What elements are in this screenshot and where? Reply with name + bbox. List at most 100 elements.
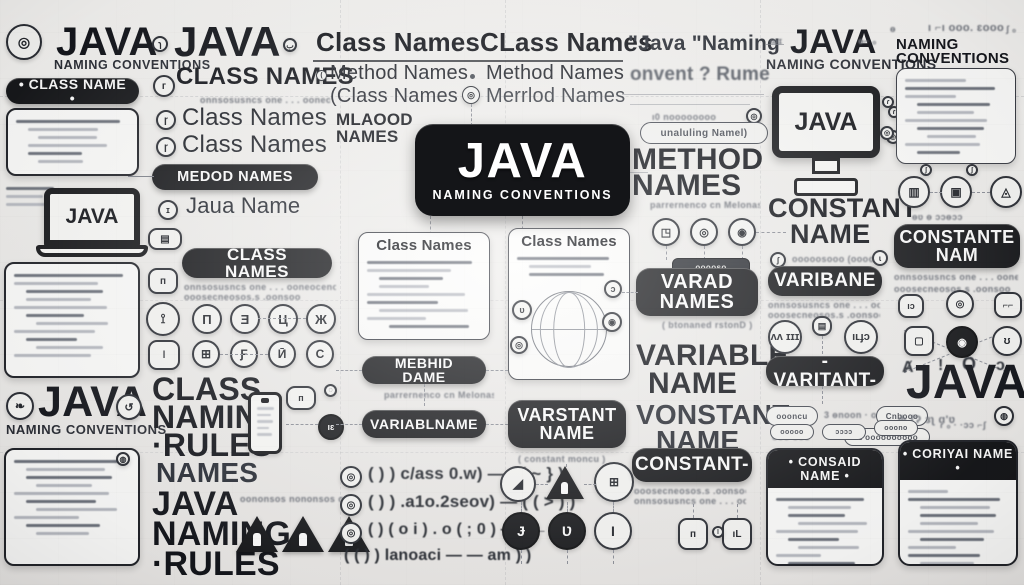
right-icon-3[interactable]: ◉ — [728, 218, 756, 246]
mlaood-names-text: MLAOOD NAMES — [336, 110, 413, 146]
cluster-box-icon[interactable]: ⊞ — [594, 462, 634, 502]
right-icon-2[interactable]: ◎ — [690, 218, 718, 246]
constante-nam-label: CONSTANTE NAM — [899, 226, 1015, 265]
hero-title: JAVA — [457, 134, 588, 189]
far-right-icon-2[interactable]: ▣ — [940, 176, 972, 208]
medod-names-pill[interactable]: MEDOD NAMES — [152, 164, 318, 190]
connector-line — [760, 0, 761, 585]
list-bullet-icon: ᴦ — [153, 75, 175, 97]
circle-glyph: ǀ — [717, 528, 719, 536]
cluster-dark-icon-1[interactable]: Ɉ — [502, 512, 540, 550]
far-right-icon-3[interactable]: ◬ — [990, 176, 1022, 208]
blur-note: ɵ — [890, 24, 896, 34]
quoted-java-naming-sub: onvent ? Rume — [630, 64, 770, 85]
icon-circle-a2[interactable]: Ǝ — [230, 304, 260, 334]
variant-chip-1-label: oooncu — [776, 411, 808, 421]
method-names-row2-left: (Class Names — [330, 85, 458, 107]
circle-glyph: ⊞ — [200, 347, 212, 361]
variant-chip-1[interactable]: oooncu — [766, 406, 818, 426]
circle-glyph: ◎ — [17, 33, 31, 50]
variable-name-pill-mid[interactable]: VARIABLNAME — [362, 410, 486, 438]
bottom-node-icon-1: ᴨ — [678, 518, 708, 550]
list-bullet-icon: ɼ — [156, 137, 176, 157]
method-name-pill-mid[interactable]: MEBHID DAME — [362, 356, 486, 384]
bottom-chip-2-label: ɔɔɔɔ — [835, 428, 853, 436]
bullet-icon: ◎ — [462, 86, 480, 104]
method-names-row1-right: Method Names — [486, 62, 625, 84]
network-node-4[interactable]: ▢ — [904, 326, 934, 356]
icon-circle-a3[interactable]: Ц — [268, 304, 298, 334]
circle-glyph: Ʋ — [561, 523, 573, 539]
cluster-dark-icon-2[interactable]: Ʋ — [548, 512, 586, 550]
card-side-icon: ɔ — [604, 280, 622, 298]
icon-circle-b3[interactable]: Ϲ — [306, 340, 334, 368]
class-names-pill-mid[interactable]: CLASS NAMES — [182, 246, 332, 280]
connector-line — [972, 192, 990, 193]
varitant-pill-label: -VARITANT- — [773, 350, 877, 391]
device-battery-icon — [248, 392, 282, 454]
hero-java-badge[interactable]: JAVA NAMING CONVENTIONS — [415, 124, 630, 216]
circle-glyph: ◍ — [1000, 410, 1008, 421]
card-line-group — [8, 110, 137, 172]
connector-line — [630, 104, 750, 105]
naming-name-chip[interactable]: unaluling Namel) — [640, 122, 768, 144]
network-node-3[interactable]: ⌐⌐ — [994, 292, 1022, 318]
varibane-pill[interactable]: VARIBANE — [768, 266, 882, 296]
icon-circle-b2[interactable]: Ӣ — [268, 340, 296, 368]
java-name-line: Jaua Name — [186, 193, 301, 218]
connector-line — [336, 370, 362, 371]
node-box-icon: ᴨ — [286, 386, 316, 410]
class-names-heading-right: CLass Names — [480, 27, 653, 57]
variant-side-icon-left[interactable]: ʌʌ ɪɪɪ — [768, 320, 802, 354]
circle-glyph: ıɛ — [327, 422, 335, 432]
connector-line — [128, 176, 154, 177]
circle-glyph: ◍ — [119, 454, 127, 464]
circle-glyph: ɔ — [610, 284, 616, 294]
bottom-chip-1[interactable]: ooooo — [770, 424, 814, 440]
cluster-triangle-light-icon[interactable]: ◢ — [500, 466, 536, 502]
connector-line — [766, 44, 784, 45]
varibane-pill-label: VARIBANE — [774, 270, 876, 292]
circle-glyph: ◎ — [750, 111, 758, 121]
far-right-side-icon: ɾ — [882, 96, 894, 108]
bottom-chip-3[interactable]: ooono — [874, 420, 918, 436]
network-node-1[interactable]: ıɔ — [898, 294, 924, 318]
right-icon-1[interactable]: ◳ — [652, 218, 680, 246]
bullet-icon: ب — [283, 38, 297, 52]
varad-names-pill[interactable]: VARAD NAMES — [636, 268, 758, 316]
circle-glyph: ↺ — [124, 401, 134, 414]
connector-line — [486, 370, 508, 371]
connector-line — [622, 292, 638, 293]
circle-glyph: ◎ — [699, 226, 709, 239]
icon-circle-a0[interactable]: ⟟ — [146, 302, 180, 336]
constante-nam-pill[interactable]: CONSTANTE NAM — [894, 224, 1020, 268]
bottom-chip-2[interactable]: ɔɔɔɔ — [822, 424, 866, 440]
node-dark-icon: ıɛ — [318, 414, 344, 440]
far-right-icon-1[interactable]: ▥ — [898, 176, 930, 208]
class-name-pill-top-left[interactable]: • CLASS NAME • — [6, 77, 139, 105]
java-naming-rules-line3: ·RULES — [152, 545, 280, 583]
network-node-2[interactable]: ◎ — [946, 290, 974, 318]
method-names-row1-left: Method Names — [330, 62, 469, 84]
bottom-chip-3-label: ooono — [884, 424, 908, 432]
icon-circle-a1[interactable]: Π — [192, 304, 222, 334]
blur-note: parrernenco cn Melonas — [650, 200, 760, 210]
blur-note: ı0 noooooooo — [652, 112, 717, 122]
laptop-device-left: JAVA — [36, 188, 148, 257]
varitant-pill[interactable]: -VARITANT- — [766, 351, 884, 390]
icon-circle-b0[interactable]: ⊞ — [192, 340, 220, 368]
laptop-screen-label: JAVA — [65, 205, 119, 228]
card-line-group — [359, 261, 489, 337]
circle-glyph: ʊ — [1003, 335, 1011, 347]
network-node-6[interactable]: ʊ — [992, 326, 1022, 356]
code-bullet-2: ◎ — [340, 522, 362, 544]
cluster-light-icon-3[interactable]: I — [594, 512, 632, 550]
varstant-name-pill[interactable]: VARSTANT NAME — [508, 400, 626, 448]
icon-circle-a4[interactable]: Ж — [306, 304, 336, 334]
document-card-top-left — [6, 108, 139, 176]
java-title-top-left: JAVA — [56, 20, 158, 64]
circle-glyph: ◎ — [955, 298, 965, 310]
constant-dash-pill[interactable]: CONSTANT- — [632, 448, 752, 482]
class-names-heading-left: Class Names — [316, 27, 481, 57]
variant-side-icon-right[interactable]: ıʟɟɔ — [844, 320, 878, 354]
